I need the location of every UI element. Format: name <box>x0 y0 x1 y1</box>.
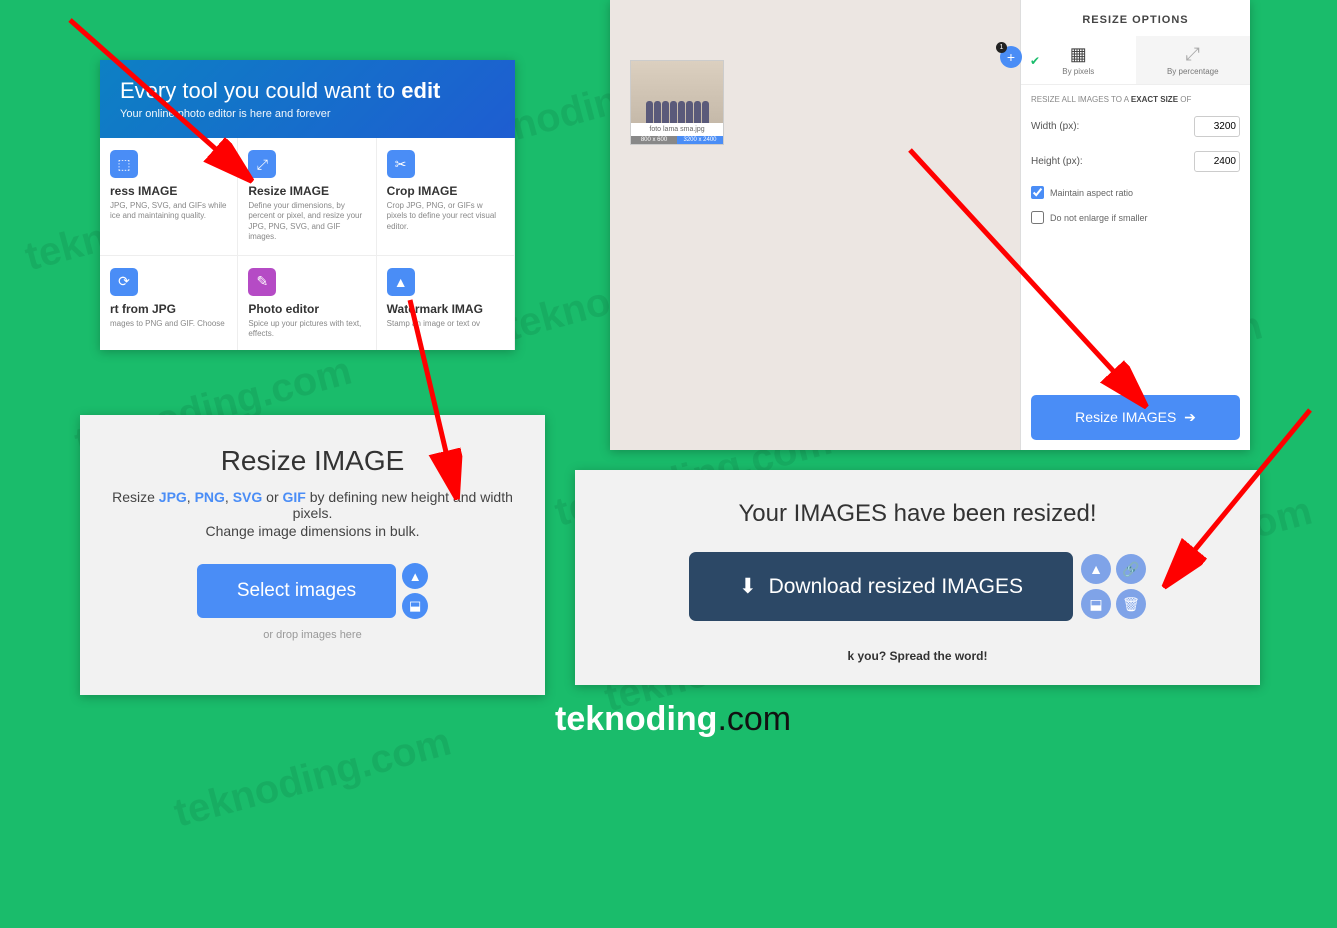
tool-title: Photo editor <box>248 302 365 316</box>
tool-desc: Spice up your pictures with text, effect… <box>248 319 365 340</box>
percentage-icon: ⤢ <box>1140 44 1247 65</box>
save-dropbox-button[interactable]: ⬓ <box>1081 589 1111 619</box>
arrow-annotation <box>390 290 490 510</box>
arrow-annotation <box>1140 400 1337 610</box>
image-thumbnail[interactable]: foto lama sma.jpg 800 x 600 3200 x 2400 <box>630 60 724 145</box>
arrow-annotation <box>870 140 1170 420</box>
thumb-old-dim: 800 x 600 <box>631 136 677 144</box>
tool-convert[interactable]: ⟳ rt from JPG mages to PNG and GIF. Choo… <box>100 256 238 350</box>
tool-desc: Define your dimensions, by percent or pi… <box>248 201 365 243</box>
spread-text: k you? Spread the word! <box>595 649 1240 663</box>
width-input[interactable] <box>1194 116 1240 137</box>
crop-icon: ✂ <box>387 150 415 178</box>
tool-desc: mages to PNG and GIF. Choose <box>110 319 227 329</box>
thumbnail-preview <box>631 61 723 123</box>
save-drive-button[interactable]: ▲ <box>1081 554 1111 584</box>
resize-desc2: Change image dimensions in bulk. <box>100 523 525 539</box>
thumb-new-dim: 3200 x 2400 <box>677 136 723 144</box>
download-button[interactable]: ⬇ Download resized IMAGES <box>689 552 1073 621</box>
add-image-button[interactable]: + 1 <box>1000 46 1022 68</box>
tool-desc: Crop JPG, PNG, or GIFs w pixels to defin… <box>387 201 504 232</box>
arrow-annotation <box>50 0 270 200</box>
image-count-badge: 1 <box>996 42 1007 53</box>
select-images-button[interactable]: Select images <box>197 564 396 618</box>
tab-by-percentage[interactable]: ⤢ By percentage <box>1136 36 1251 84</box>
width-label: Width (px): <box>1031 121 1079 132</box>
tool-desc: JPG, PNG, SVG, and GIFs while ice and ma… <box>110 201 227 222</box>
resize-note: RESIZE ALL IMAGES TO A EXACT SIZE OF <box>1031 95 1240 104</box>
height-input[interactable] <box>1194 151 1240 172</box>
check-icon: ✔ <box>1030 54 1040 68</box>
pencil-icon: ✎ <box>248 268 276 296</box>
tool-title: Crop IMAGE <box>387 184 504 198</box>
download-icon: ⬇ <box>739 574 757 599</box>
tool-photo-editor[interactable]: ✎ Photo editor Spice up your pictures wi… <box>238 256 376 350</box>
sidebar-title: RESIZE OPTIONS <box>1021 0 1250 36</box>
tool-title: rt from JPG <box>110 302 227 316</box>
pixels-icon: ▦ <box>1025 44 1132 65</box>
convert-icon: ⟳ <box>110 268 138 296</box>
google-drive-button[interactable]: ▲ <box>402 563 428 589</box>
tool-crop[interactable]: ✂ Crop IMAGE Crop JPG, PNG, or GIFs w pi… <box>377 138 515 256</box>
brand-watermark: teknoding.com <box>555 700 791 739</box>
drop-hint: or drop images here <box>100 629 525 641</box>
thumbnail-filename: foto lama sma.jpg <box>631 123 723 136</box>
dropbox-button[interactable]: ⬓ <box>402 593 428 619</box>
